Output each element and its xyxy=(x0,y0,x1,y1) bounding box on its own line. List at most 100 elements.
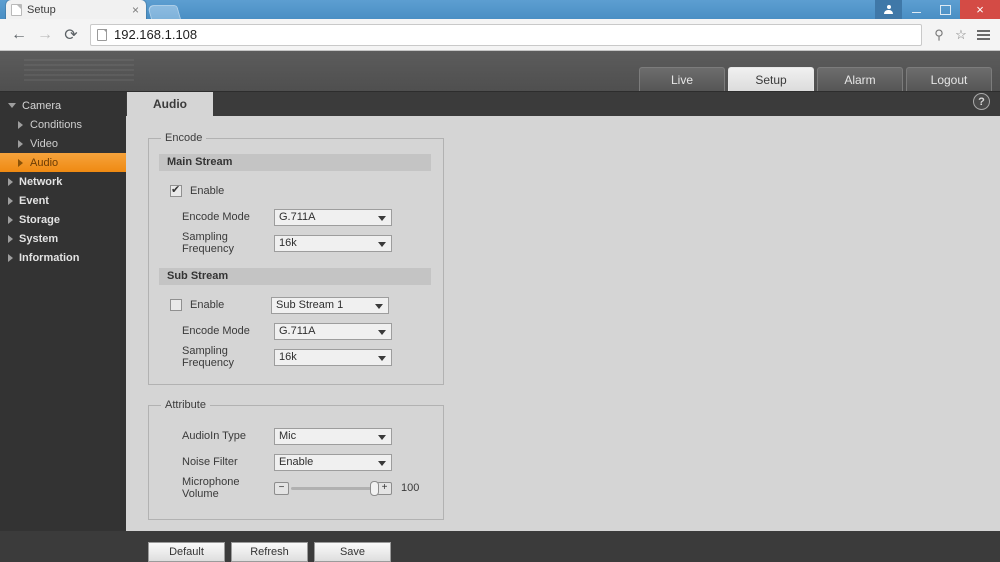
browser-tab[interactable]: Setup × xyxy=(6,0,146,19)
chevron-right-icon xyxy=(18,158,23,167)
volume-increase-button[interactable]: + xyxy=(377,481,392,495)
sub-stream-enable-label: Enable xyxy=(190,299,225,311)
sidebar-item-network-label: Network xyxy=(19,175,63,188)
key-icon[interactable]: ⚲ xyxy=(928,23,950,47)
device-body: Camera Conditions Video Audio Network Ev… xyxy=(0,92,1000,562)
new-tab-button[interactable] xyxy=(146,5,182,19)
sidebar-item-video-label: Video xyxy=(30,137,58,150)
main-stream-sampling-row: Sampling Frequency 16k xyxy=(159,231,433,255)
sidebar-item-conditions[interactable]: Conditions xyxy=(0,115,126,134)
hamburger-menu-icon[interactable] xyxy=(972,23,994,47)
sidebar-item-event[interactable]: Event xyxy=(0,191,126,210)
noise-filter-label: Noise Filter xyxy=(182,456,238,468)
browser-tab-title: Setup xyxy=(27,3,56,16)
main-stream-enable-label: Enable xyxy=(190,185,225,197)
address-bar-url: 192.168.1.108 xyxy=(114,27,198,42)
close-window-button[interactable]: × xyxy=(960,0,1000,19)
chevron-down-icon xyxy=(375,303,383,309)
sidebar-item-video[interactable]: Video xyxy=(0,134,126,153)
page-favicon-icon xyxy=(11,3,22,16)
sidebar-item-storage-label: Storage xyxy=(19,213,60,226)
audioin-type-value: Mic xyxy=(279,430,297,442)
noise-filter-select[interactable]: Enable xyxy=(274,453,392,471)
device-header: Live Setup Alarm Logout xyxy=(0,51,1000,92)
top-nav-logout[interactable]: Logout xyxy=(906,67,992,91)
hamburger-lines xyxy=(976,29,990,40)
reload-button[interactable]: ⟳ xyxy=(58,22,84,48)
sidebar-item-network[interactable]: Network xyxy=(0,172,126,191)
refresh-button[interactable]: Refresh xyxy=(231,542,308,562)
device-top-nav: Live Setup Alarm Logout xyxy=(639,67,992,91)
address-bar[interactable]: 192.168.1.108 xyxy=(90,23,922,46)
chevron-down-icon xyxy=(378,241,386,247)
sidebar-item-storage[interactable]: Storage xyxy=(0,210,126,229)
attribute-group-legend: Attribute xyxy=(165,399,206,411)
volume-slider-handle[interactable] xyxy=(370,480,379,496)
help-icon[interactable]: ? xyxy=(973,93,990,110)
action-buttons: Default Refresh Save xyxy=(148,542,1000,562)
minimize-window-button[interactable] xyxy=(902,0,931,19)
main-stream-encode-mode-select[interactable]: G.711A xyxy=(274,208,392,226)
sub-stream-encode-mode-label: Encode Mode xyxy=(182,325,250,337)
audioin-type-select[interactable]: Mic xyxy=(274,427,392,445)
sidebar-item-audio[interactable]: Audio xyxy=(0,153,126,172)
audioin-type-label: AudioIn Type xyxy=(182,430,247,442)
sub-stream-sampling-row: Sampling Frequency 16k xyxy=(159,345,433,369)
attribute-group: Attribute AudioIn Type Mic Noise Filter … xyxy=(148,399,444,520)
chevron-down-icon xyxy=(378,434,386,440)
content-area: Audio ? Encode Main Stream Enable Encode… xyxy=(126,92,1000,562)
maximize-window-button[interactable] xyxy=(931,0,960,19)
chevron-down-icon xyxy=(378,329,386,335)
default-button[interactable]: Default xyxy=(148,542,225,562)
main-stream-heading: Main Stream xyxy=(159,154,431,171)
tab-audio[interactable]: Audio xyxy=(127,92,213,116)
main-stream-enable-checkbox[interactable] xyxy=(170,183,182,197)
star-icon[interactable]: ☆ xyxy=(950,23,972,47)
audioin-type-row: AudioIn Type Mic xyxy=(159,425,433,447)
main-stream-sampling-value: 16k xyxy=(279,237,297,249)
sidebar-item-system-label: System xyxy=(19,232,59,245)
top-nav-setup[interactable]: Setup xyxy=(728,67,814,91)
sidebar-item-system[interactable]: System xyxy=(0,229,126,248)
chevron-down-icon xyxy=(8,103,16,108)
chevron-right-icon xyxy=(8,253,13,262)
sidebar-item-information[interactable]: Information xyxy=(0,248,126,267)
top-nav-live[interactable]: Live xyxy=(639,67,725,91)
sub-stream-sampling-select[interactable]: 16k xyxy=(274,348,392,366)
top-nav-alarm[interactable]: Alarm xyxy=(817,67,903,91)
sub-stream-encode-mode-value: G.711A xyxy=(279,325,316,337)
save-button[interactable]: Save xyxy=(314,542,391,562)
forward-button[interactable]: → xyxy=(32,22,58,48)
page-info-icon xyxy=(97,28,107,41)
user-profile-button[interactable] xyxy=(875,0,902,19)
window-controls: × xyxy=(875,0,1000,19)
sidebar-item-camera[interactable]: Camera xyxy=(0,96,126,115)
volume-slider-track[interactable] xyxy=(291,480,379,496)
sub-stream-sampling-label: Sampling Frequency xyxy=(182,345,234,369)
main-stream-sampling-select[interactable]: 16k xyxy=(274,234,392,252)
sidebar-item-camera-label: Camera xyxy=(22,99,62,112)
chevron-down-icon xyxy=(378,460,386,466)
sub-stream-encode-mode-row: Encode Mode G.711A xyxy=(159,320,433,342)
main-stream-encode-mode-label: Encode Mode xyxy=(182,211,250,223)
sidebar-item-event-label: Event xyxy=(19,194,49,207)
person-icon xyxy=(884,5,893,14)
close-tab-icon[interactable]: × xyxy=(130,4,141,16)
sidebar: Camera Conditions Video Audio Network Ev… xyxy=(0,92,126,531)
sub-stream-enable-row: Enable Sub Stream 1 xyxy=(159,294,433,316)
sub-stream-select[interactable]: Sub Stream 1 xyxy=(271,296,389,314)
brand-logo xyxy=(24,59,134,83)
chevron-right-icon xyxy=(8,196,13,205)
sidebar-item-audio-label: Audio xyxy=(30,156,59,169)
chevron-right-icon xyxy=(8,234,13,243)
chevron-down-icon xyxy=(378,355,386,361)
noise-filter-row: Noise Filter Enable xyxy=(159,451,433,473)
microphone-volume-label: Microphone Volume xyxy=(182,476,240,500)
sidebar-item-information-label: Information xyxy=(19,251,80,264)
audio-settings-panel: Encode Main Stream Enable Encode Mode G.… xyxy=(126,116,1000,562)
sub-stream-encode-mode-select[interactable]: G.711A xyxy=(274,322,392,340)
back-button[interactable]: ← xyxy=(6,22,32,48)
volume-decrease-button[interactable]: − xyxy=(274,481,289,495)
sub-stream-enable-checkbox[interactable] xyxy=(170,299,182,311)
microphone-volume-value: 100 xyxy=(401,482,420,494)
